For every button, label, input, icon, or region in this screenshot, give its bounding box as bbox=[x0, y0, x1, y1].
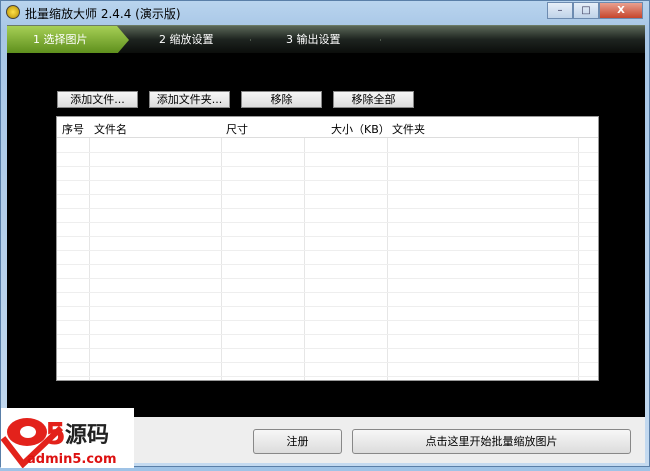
step-separator bbox=[237, 26, 251, 54]
wizard-steps: 1 选择图片 2 缩放设置 3 输出设置 bbox=[7, 25, 645, 54]
table-row[interactable] bbox=[57, 292, 598, 293]
table-row[interactable] bbox=[57, 222, 598, 223]
col-divider bbox=[57, 117, 90, 380]
header-dimensions[interactable]: 尺寸 bbox=[226, 121, 248, 137]
app-window: 批量缩放大师 2.4.4 (演示版) – □ X 1 选择图片 2 缩放设置 3… bbox=[0, 0, 650, 469]
step-select-images[interactable]: 1 选择图片 bbox=[7, 26, 129, 54]
table-row[interactable] bbox=[57, 362, 598, 363]
add-folder-button[interactable]: 添加文件夹... bbox=[149, 91, 230, 108]
header-folder[interactable]: 文件夹 bbox=[392, 121, 425, 137]
app-icon bbox=[6, 5, 20, 19]
table-header: 序号 文件名 尺寸 大小（KB） 文件夹 bbox=[57, 117, 598, 138]
header-filename[interactable]: 文件名 bbox=[94, 121, 127, 137]
window-title: 批量缩放大师 2.4.4 (演示版) bbox=[25, 7, 181, 21]
close-button[interactable]: X bbox=[599, 2, 643, 19]
table-row[interactable] bbox=[57, 250, 598, 251]
col-divider bbox=[222, 117, 305, 380]
step-resize-settings[interactable]: 2 缩放设置 bbox=[159, 26, 214, 54]
table-row[interactable] bbox=[57, 376, 598, 377]
start-resize-button[interactable]: 点击这里开始批量缩放图片 bbox=[352, 429, 631, 454]
col-divider bbox=[90, 117, 222, 380]
step-output-settings[interactable]: 3 输出设置 bbox=[286, 26, 341, 54]
table-row[interactable] bbox=[57, 320, 598, 321]
maximize-button[interactable]: □ bbox=[573, 2, 599, 19]
table-row[interactable] bbox=[57, 334, 598, 335]
table-row[interactable] bbox=[57, 264, 598, 265]
table-row[interactable] bbox=[57, 236, 598, 237]
table-row[interactable] bbox=[57, 180, 598, 181]
watermark-logo: 5 源码 admin5.com bbox=[0, 408, 134, 469]
remove-all-button[interactable]: 移除全部 bbox=[333, 91, 414, 108]
col-divider bbox=[388, 117, 579, 380]
header-index[interactable]: 序号 bbox=[62, 121, 84, 137]
minimize-button[interactable]: – bbox=[547, 2, 573, 19]
table-row[interactable] bbox=[57, 166, 598, 167]
title-bar: 批量缩放大师 2.4.4 (演示版) – □ X bbox=[1, 1, 649, 23]
table-row[interactable] bbox=[57, 194, 598, 195]
svg-text:5: 5 bbox=[45, 417, 66, 452]
svg-text:源码: 源码 bbox=[65, 423, 109, 448]
file-list-table[interactable]: 序号 文件名 尺寸 大小（KB） 文件夹 bbox=[56, 116, 599, 381]
remove-button[interactable]: 移除 bbox=[241, 91, 322, 108]
register-button[interactable]: 注册 bbox=[253, 429, 342, 454]
header-size[interactable]: 大小（KB） bbox=[331, 121, 390, 137]
step-separator bbox=[367, 26, 381, 54]
add-file-button[interactable]: 添加文件... bbox=[57, 91, 138, 108]
svg-text:admin5.com: admin5.com bbox=[27, 452, 117, 467]
table-row[interactable] bbox=[57, 306, 598, 307]
table-row[interactable] bbox=[57, 278, 598, 279]
table-row[interactable] bbox=[57, 208, 598, 209]
table-row[interactable] bbox=[57, 348, 598, 349]
table-row[interactable] bbox=[57, 152, 598, 153]
col-divider bbox=[305, 117, 388, 380]
